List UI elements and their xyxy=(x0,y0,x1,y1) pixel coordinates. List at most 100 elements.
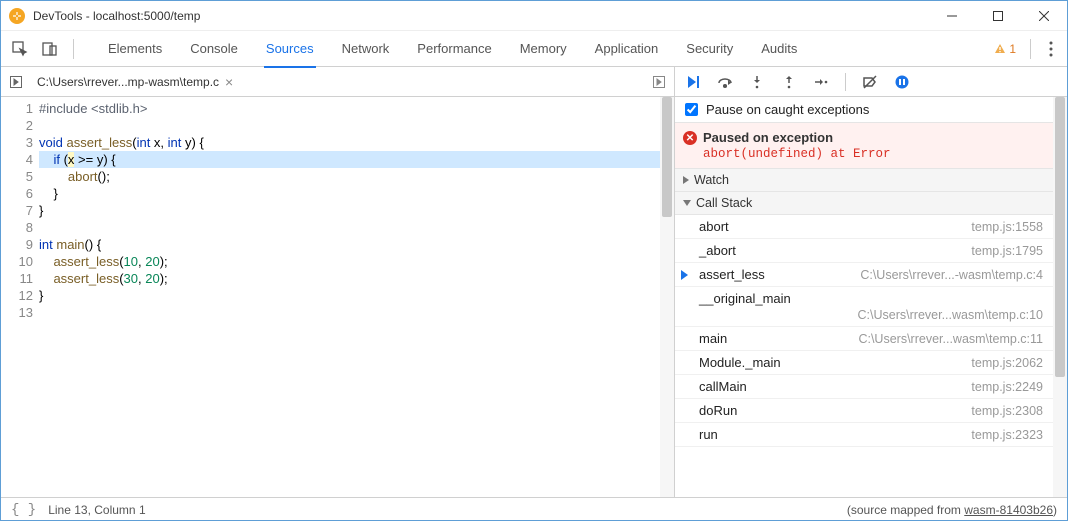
resume-button[interactable] xyxy=(683,72,703,92)
pause-on-caught-checkbox[interactable] xyxy=(685,103,698,116)
tab-sources[interactable]: Sources xyxy=(252,31,328,67)
maximize-button[interactable] xyxy=(975,1,1021,31)
pause-on-caught-row[interactable]: Pause on caught exceptions xyxy=(675,97,1053,123)
code-editor[interactable]: 12345678910111213 #include <stdlib.h> vo… xyxy=(1,97,674,497)
toolbar-divider xyxy=(845,73,846,91)
code-line[interactable]: assert_less(10, 20); xyxy=(39,253,674,270)
code-line[interactable]: } xyxy=(39,202,674,219)
frame-location[interactable]: temp.js:1795 xyxy=(971,244,1043,258)
scrollbar-thumb[interactable] xyxy=(1055,97,1065,377)
device-toolbar-icon[interactable] xyxy=(37,36,63,62)
code-line[interactable]: #include <stdlib.h> xyxy=(39,100,674,117)
scrollbar-thumb[interactable] xyxy=(662,97,672,217)
callstack-section-header[interactable]: Call Stack xyxy=(675,192,1053,215)
frame-location[interactable]: temp.js:2249 xyxy=(971,380,1043,394)
more-tabs-icon[interactable] xyxy=(650,73,668,91)
tab-console[interactable]: Console xyxy=(176,31,252,67)
callstack-frame[interactable]: assert_less C:\Users\rrever...-wasm\temp.… xyxy=(675,263,1053,287)
tab-memory[interactable]: Memory xyxy=(506,31,581,67)
chevron-down-icon xyxy=(683,200,691,206)
callstack-frame[interactable]: abort temp.js:1558 xyxy=(675,215,1053,239)
frame-function: _abort xyxy=(699,243,736,258)
frame-location[interactable]: temp.js:2323 xyxy=(971,428,1043,442)
callstack-frame[interactable]: __original_main C:\Users\rrever...wasm\te… xyxy=(675,287,1053,327)
status-bar: { } Line 13, Column 1 (source mapped fro… xyxy=(1,497,1067,522)
more-options-icon[interactable] xyxy=(1041,41,1061,57)
pretty-print-icon[interactable]: { } xyxy=(11,502,36,518)
code-line[interactable] xyxy=(39,304,674,321)
navigator-toggle-icon[interactable] xyxy=(7,73,25,91)
pause-on-exceptions-button[interactable] xyxy=(892,72,912,92)
tab-security[interactable]: Security xyxy=(672,31,747,67)
editor-scrollbar[interactable] xyxy=(660,97,674,497)
callstack-frame[interactable]: run temp.js:2323 xyxy=(675,423,1053,447)
tab-network[interactable]: Network xyxy=(328,31,404,67)
frame-function: assert_less xyxy=(699,267,765,282)
error-icon: ✕ xyxy=(683,131,697,145)
code-line[interactable]: void assert_less(int x, int y) { xyxy=(39,134,674,151)
frame-function: doRun xyxy=(699,403,737,418)
tab-elements[interactable]: Elements xyxy=(94,31,176,67)
frame-location[interactable]: C:\Users\rrever...-wasm\temp.c:4 xyxy=(860,268,1043,282)
code-line[interactable] xyxy=(39,117,674,134)
callstack-frame[interactable]: _abort temp.js:1795 xyxy=(675,239,1053,263)
callstack-frame[interactable]: Module._maintemp.js:2062 xyxy=(675,351,1053,375)
sidebar-scrollbar[interactable] xyxy=(1053,97,1067,497)
deactivate-breakpoints-button[interactable] xyxy=(860,72,880,92)
step-over-button[interactable] xyxy=(715,72,735,92)
frame-location[interactable]: temp.js:1558 xyxy=(971,220,1043,234)
devtools-tab-bar: ElementsConsoleSourcesNetworkPerformance… xyxy=(1,31,1067,67)
inspect-element-icon[interactable] xyxy=(7,36,33,62)
code-line[interactable]: abort(); xyxy=(39,168,674,185)
file-tab-bar: C:\Users\rrever...mp-wasm\temp.c × xyxy=(1,67,674,97)
code-line[interactable]: int main() { xyxy=(39,236,674,253)
divider xyxy=(73,39,74,59)
code-line[interactable] xyxy=(39,219,674,236)
tab-audits[interactable]: Audits xyxy=(747,31,811,67)
exception-message: abort(undefined) at Error xyxy=(703,147,1043,161)
exception-title: Paused on exception xyxy=(703,130,1043,145)
close-window-button[interactable] xyxy=(1021,1,1067,31)
source-map-link[interactable]: wasm-81403b26 xyxy=(964,503,1053,517)
chevron-right-icon xyxy=(683,176,689,184)
step-out-button[interactable] xyxy=(779,72,799,92)
file-tab-label: C:\Users\rrever...mp-wasm\temp.c xyxy=(37,75,219,89)
close-file-icon[interactable]: × xyxy=(225,74,233,90)
callstack-frame[interactable]: callMain temp.js:2249 xyxy=(675,375,1053,399)
warning-badge[interactable]: 1 xyxy=(994,42,1020,56)
debugger-sidebar: Pause on caught exceptions ✕ Paused on e… xyxy=(675,67,1067,497)
tab-application[interactable]: Application xyxy=(581,31,673,67)
tab-performance[interactable]: Performance xyxy=(403,31,505,67)
code-line[interactable]: } xyxy=(39,287,674,304)
frame-function: __original_main xyxy=(699,291,791,306)
code-line[interactable]: assert_less(30, 20); xyxy=(39,270,674,287)
code-line[interactable]: if (x >= y) { xyxy=(39,151,674,168)
frame-location[interactable]: temp.js:2308 xyxy=(971,404,1043,418)
frame-location[interactable]: C:\Users\rrever...wasm\temp.c:10 xyxy=(858,308,1043,322)
frame-function: run xyxy=(699,427,718,442)
divider xyxy=(1030,39,1031,59)
callstack-frame[interactable]: mainC:\Users\rrever...wasm\temp.c:11 xyxy=(675,327,1053,351)
code-content[interactable]: #include <stdlib.h> void assert_less(int… xyxy=(39,97,674,497)
cursor-position: Line 13, Column 1 xyxy=(48,503,145,517)
frame-location[interactable]: temp.js:2062 xyxy=(971,356,1043,370)
watch-section-header[interactable]: Watch xyxy=(675,169,1053,192)
callstack-label: Call Stack xyxy=(696,196,752,210)
step-button[interactable] xyxy=(811,72,831,92)
frame-function: callMain xyxy=(699,379,747,394)
main-area: C:\Users\rrever...mp-wasm\temp.c × 12345… xyxy=(1,67,1067,497)
frame-location[interactable]: C:\Users\rrever...wasm\temp.c:11 xyxy=(858,332,1043,346)
file-tab[interactable]: C:\Users\rrever...mp-wasm\temp.c × xyxy=(31,71,239,93)
editor-pane: C:\Users\rrever...mp-wasm\temp.c × 12345… xyxy=(1,67,675,497)
callstack-frame[interactable]: doRun temp.js:2308 xyxy=(675,399,1053,423)
window-controls xyxy=(929,1,1067,31)
source-map-info: (source mapped from wasm-81403b26) xyxy=(847,503,1057,517)
sidebar-body: Pause on caught exceptions ✕ Paused on e… xyxy=(675,97,1067,497)
callstack-list: abort temp.js:1558 _abort temp.js:1795 asser… xyxy=(675,215,1053,447)
code-line[interactable]: } xyxy=(39,185,674,202)
step-into-button[interactable] xyxy=(747,72,767,92)
minimize-button[interactable] xyxy=(929,1,975,31)
debugger-toolbar xyxy=(675,67,1067,97)
frame-function: abort xyxy=(699,219,729,234)
window-title: DevTools - localhost:5000/temp xyxy=(33,9,929,23)
